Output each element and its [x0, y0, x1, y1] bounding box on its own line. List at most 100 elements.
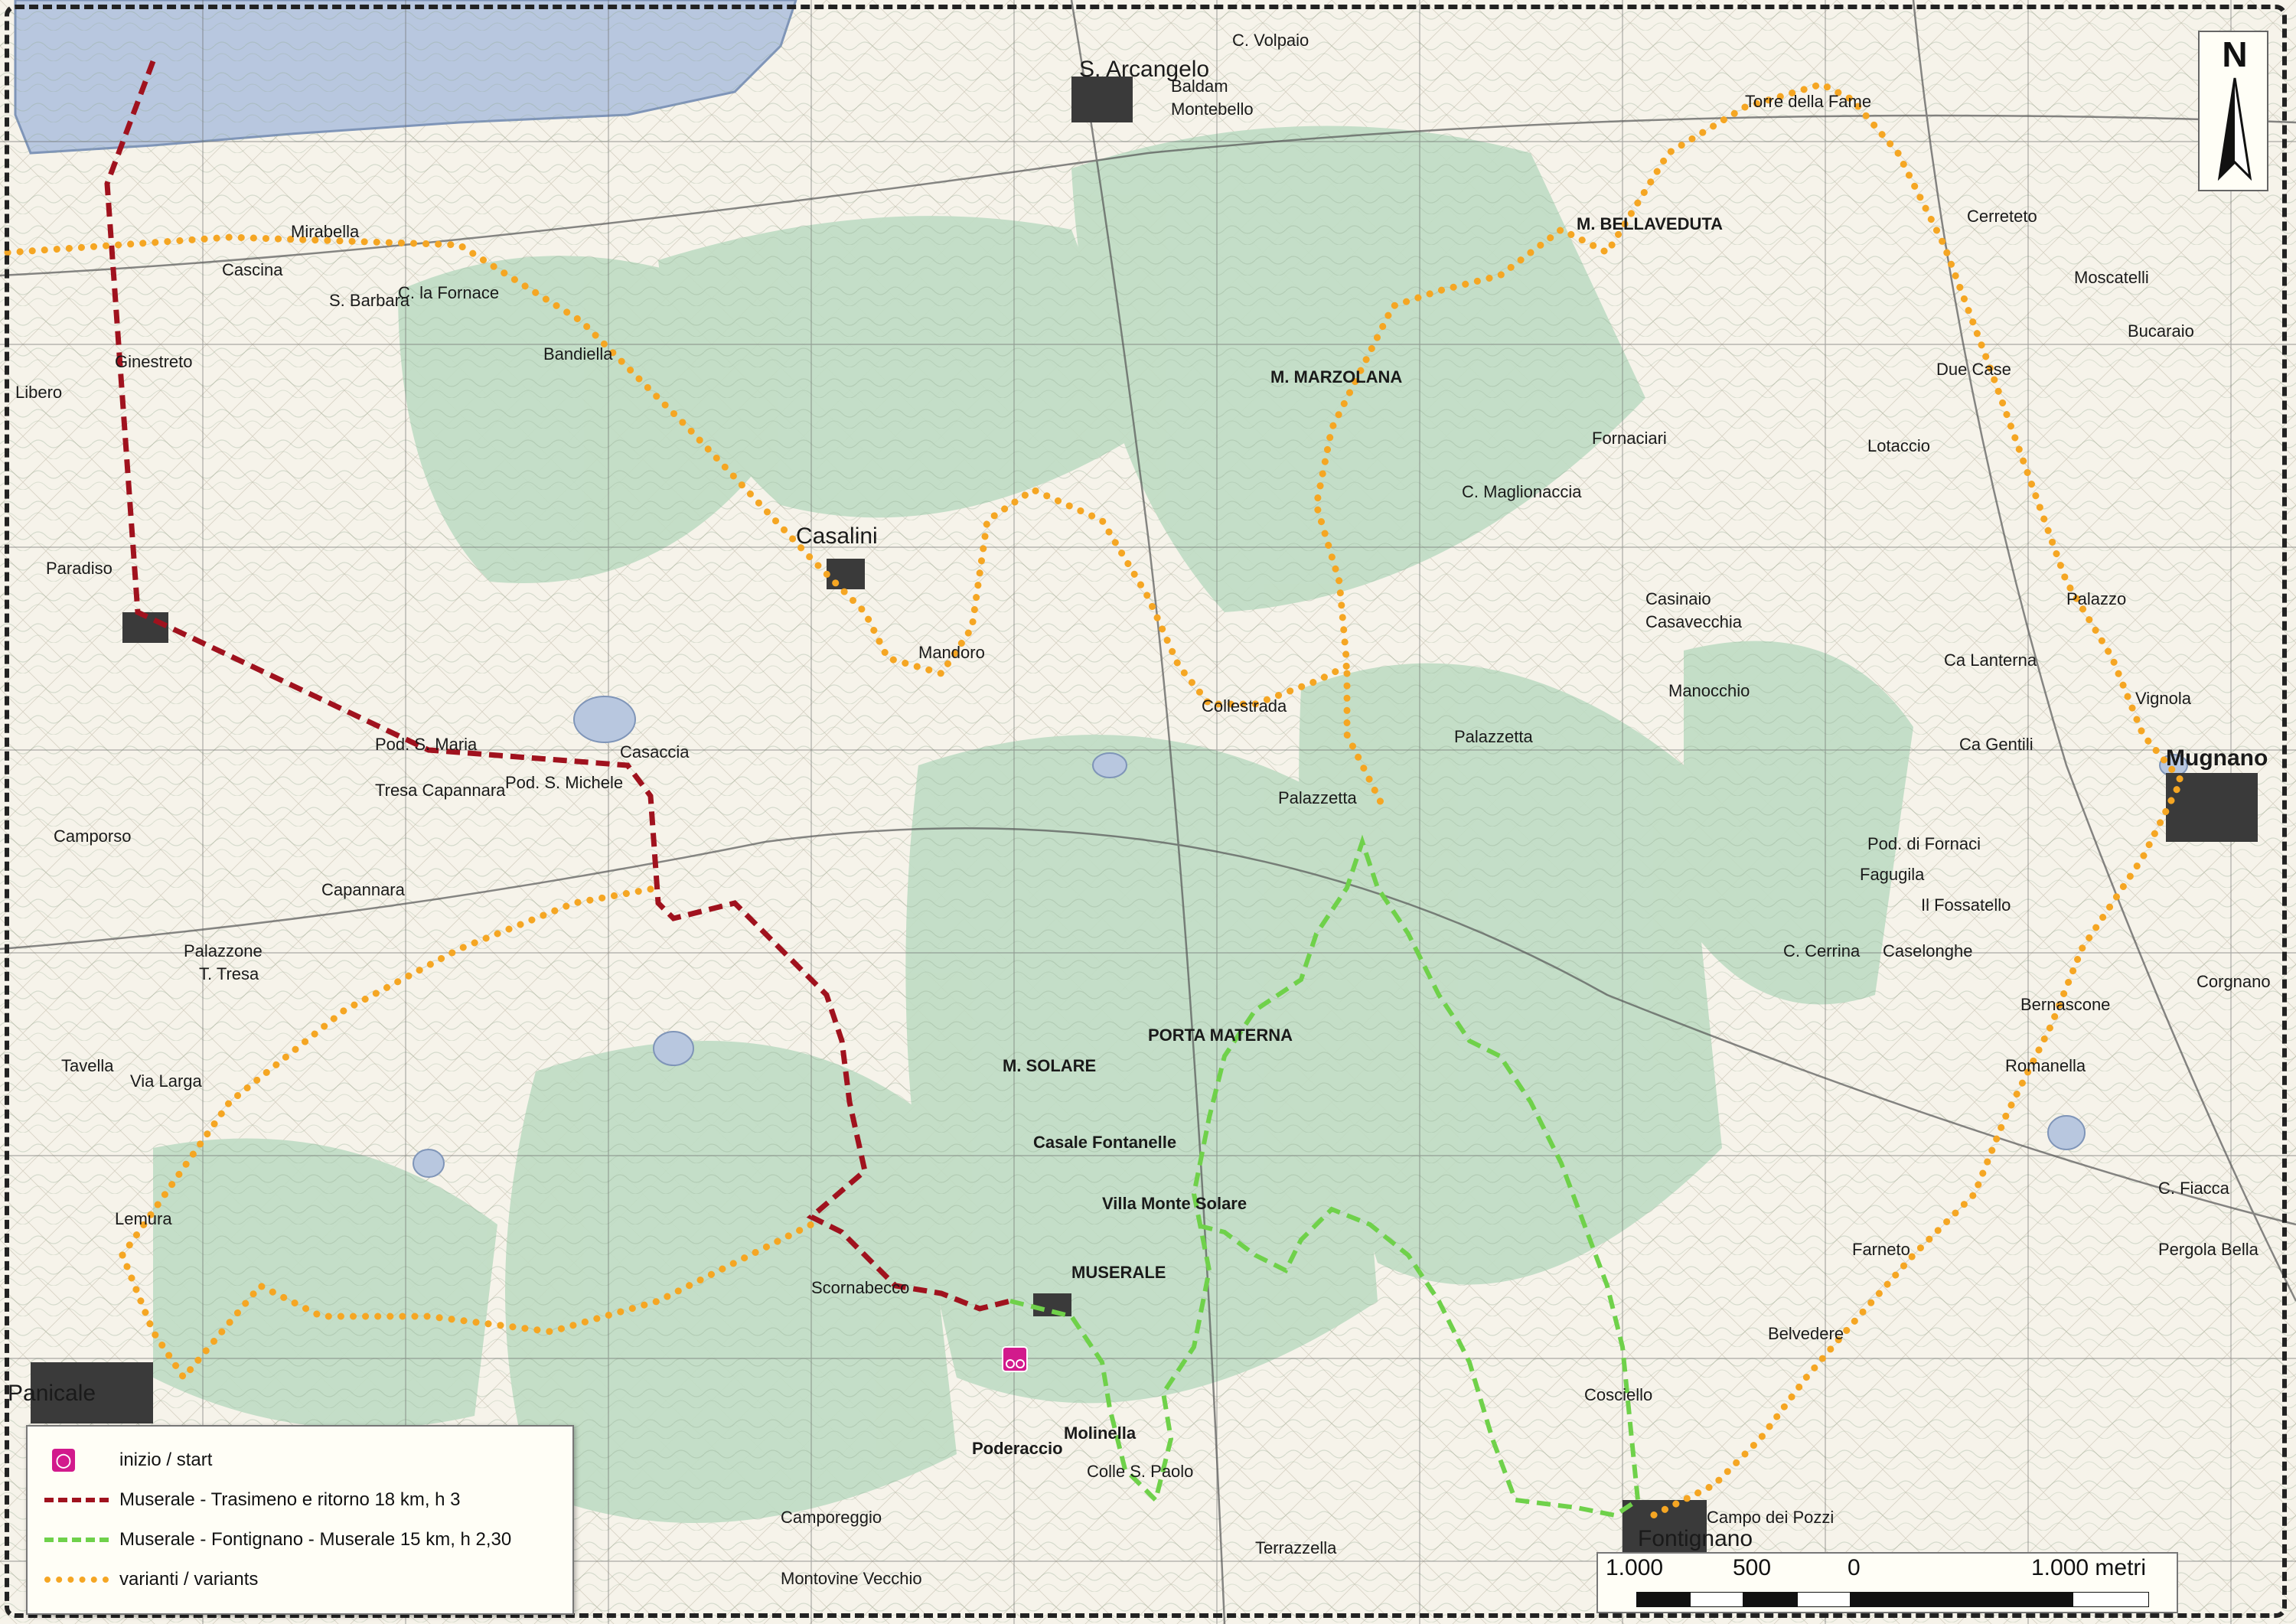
place-label: Colle S. Paolo	[1087, 1462, 1193, 1481]
place-label: MUSERALE	[1071, 1263, 1166, 1282]
place-label: Torre della Fame	[1745, 92, 1871, 111]
place-label: Ca Lanterna	[1944, 651, 2037, 670]
place-label: Il Fossatello	[1921, 895, 2011, 915]
place-label: Cerreteto	[1967, 207, 2037, 226]
map-legend: ◯ inizio / start Muserale - Trasimeno e …	[26, 1425, 574, 1615]
place-label: C. la Fornace	[398, 283, 499, 302]
place-label: Camporso	[54, 827, 131, 846]
place-label: Casale Fontanelle	[1033, 1133, 1176, 1152]
place-label: Panicale	[8, 1381, 96, 1406]
place-label: Pergola Bella	[2158, 1240, 2259, 1259]
place-label: Palazzo	[2066, 589, 2126, 608]
place-label: Camporeggio	[781, 1508, 882, 1527]
red-dashed-line-icon	[44, 1492, 109, 1508]
place-label: PORTA MATERNA	[1148, 1026, 1293, 1045]
legend-label: Muserale - Fontignano - Muserale 15 km, …	[119, 1529, 512, 1550]
scale-segment	[1690, 1592, 1743, 1607]
place-label: C. Cerrina	[1783, 941, 1861, 960]
place-label: Pod. di Fornaci	[1867, 834, 1981, 853]
legend-row-start: ◯ inizio / start	[44, 1440, 556, 1480]
topographic-map: S. Arcangelo Mirabella Casalini M. BELLA…	[0, 0, 2296, 1624]
north-arrow: N	[2198, 31, 2268, 191]
place-label: Casaccia	[620, 742, 690, 761]
place-label: Capannara	[321, 880, 406, 899]
place-label: Baldam	[1171, 77, 1228, 96]
green-dashed-line-icon	[44, 1532, 109, 1547]
place-label: Pod. S. Michele	[505, 773, 623, 792]
place-label: C. Volpaio	[1232, 31, 1309, 50]
place-label: Paradiso	[46, 559, 113, 578]
place-label: Palazzetta	[1454, 727, 1533, 746]
place-label: Scornabecco	[811, 1278, 909, 1297]
place-label: M. BELLAVEDUTA	[1577, 214, 1723, 233]
place-label: Fagugila	[1860, 865, 1925, 884]
place-label: M. MARZOLANA	[1270, 367, 1402, 386]
scale-segment	[1743, 1592, 1797, 1607]
place-label: Palazzone	[184, 941, 263, 960]
place-label: Lemura	[115, 1209, 172, 1228]
place-label: Casavecchia	[1645, 612, 1743, 631]
place-label: C. Fiacca	[2158, 1179, 2230, 1198]
place-label: Manocchio	[1668, 681, 1750, 700]
place-label: Poderaccio	[972, 1439, 1063, 1458]
scale-labels: 1.000 500 0 1.000 metri	[1598, 1555, 2180, 1583]
place-label: Tresa Capannara	[375, 781, 506, 800]
place-label: C. Maglionaccia	[1462, 482, 1582, 501]
place-label: Ca Gentili	[1959, 735, 2033, 754]
place-label: Terrazzella	[1255, 1538, 1337, 1557]
place-label: Collestrada	[1202, 696, 1287, 716]
place-label: Vignola	[2135, 689, 2192, 708]
place-label: Villa Monte Solare	[1102, 1194, 1247, 1213]
scale-bar: 1.000 500 0 1.000 metri	[1596, 1552, 2178, 1613]
place-label: Libero	[15, 383, 62, 402]
place-label: Romanella	[2005, 1056, 2086, 1075]
scale-segment	[1797, 1592, 1851, 1607]
place-label: Bucaraio	[2128, 321, 2194, 341]
place-label: M. SOLARE	[1003, 1056, 1096, 1075]
scale-label: 1.000 metri	[2031, 1555, 2147, 1580]
scale-segment	[1851, 1592, 2073, 1607]
place-label: Montovine Vecchio	[781, 1569, 922, 1588]
bicycle-start-icon: ◯	[52, 1449, 75, 1472]
place-label: Casalini	[796, 523, 878, 549]
place-label: Fontignano	[1638, 1526, 1753, 1551]
legend-label: inizio / start	[119, 1450, 213, 1470]
place-label: Ginestreto	[115, 352, 193, 371]
scale-segment	[2073, 1592, 2149, 1607]
scale-segment	[1636, 1592, 1690, 1607]
place-label: Tavella	[61, 1056, 114, 1075]
place-label: Mandoro	[918, 643, 985, 662]
place-label: Via Larga	[130, 1071, 203, 1091]
place-label: S. Barbara	[329, 291, 410, 310]
place-label: Casinaio	[1645, 589, 1711, 608]
legend-row-variants: varianti / variants	[44, 1560, 556, 1600]
place-label: Bernascone	[2020, 995, 2110, 1014]
scale-label: 0	[1848, 1555, 1861, 1580]
place-label: Farneto	[1852, 1240, 1910, 1259]
legend-label: varianti / variants	[119, 1569, 259, 1590]
place-label: Mugnano	[2166, 745, 2268, 771]
place-label: Mirabella	[291, 222, 360, 241]
legend-label: Muserale - Trasimeno e ritorno 18 km, h …	[119, 1489, 461, 1510]
contour-lines	[0, 0, 2296, 1624]
scale-label: 500	[1733, 1555, 1772, 1580]
place-label: T. Tresa	[199, 964, 259, 983]
place-label: Palazzetta	[1278, 788, 1357, 807]
north-arrow-icon	[2217, 77, 2252, 181]
place-label: Bandiella	[543, 344, 613, 364]
place-label: Belvedere	[1768, 1324, 1844, 1343]
place-label: Campo dei Pozzi	[1707, 1508, 1834, 1527]
legend-row-green: Muserale - Fontignano - Muserale 15 km, …	[44, 1520, 556, 1560]
place-label: Pod. S. Maria	[375, 735, 478, 754]
place-label: Fornaciari	[1592, 429, 1667, 448]
place-label: Corgnano	[2197, 972, 2271, 991]
start-marker	[1002, 1346, 1028, 1372]
place-label: Molinella	[1064, 1423, 1137, 1443]
scale-label: 1.000	[1606, 1555, 1664, 1580]
place-label: Cosciello	[1584, 1385, 1652, 1404]
place-label: Lotaccio	[1867, 436, 1930, 455]
legend-row-red: Muserale - Trasimeno e ritorno 18 km, h …	[44, 1480, 556, 1520]
place-label: Moscatelli	[2074, 268, 2149, 287]
place-label: Caselonghe	[1883, 941, 1972, 960]
orange-dotted-line-icon	[44, 1572, 109, 1587]
